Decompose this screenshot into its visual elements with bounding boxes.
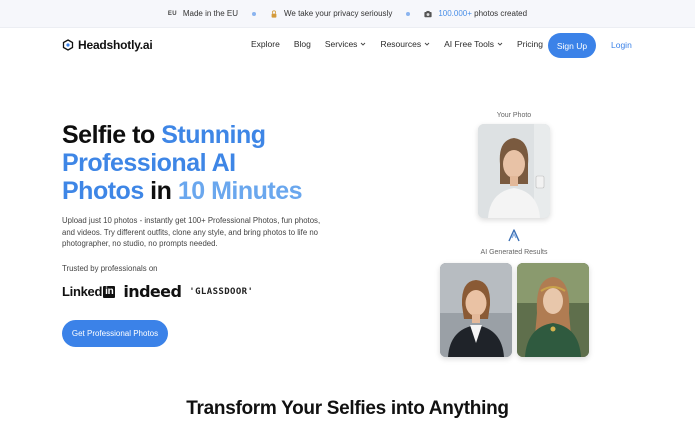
nav-ai-free-tools[interactable]: AI Free Tools: [444, 39, 503, 49]
your-photo-label: Your Photo: [496, 112, 532, 119]
logo-text: Headshotly.ai: [78, 38, 153, 52]
separator-dot: [251, 11, 256, 16]
indeed-logo: indeed: [123, 282, 182, 301]
ai-result-photo-business: [440, 263, 512, 357]
nav-explore[interactable]: Explore: [251, 39, 280, 49]
ai-result-photo-fantasy: [517, 263, 589, 357]
nav-resources[interactable]: Resources: [380, 39, 430, 49]
nav-blog-label: Blog: [293, 39, 311, 49]
lock-icon: [271, 9, 277, 18]
selfie-illustration: [478, 124, 550, 218]
made-in-eu-text: Made in the EU: [182, 9, 238, 18]
hero-title-part: in: [143, 177, 178, 205]
chevron-down-icon: [424, 42, 430, 46]
chevron-down-icon: [361, 42, 366, 46]
nav-menu: Explore Blog Services Resources AI Free …: [251, 39, 557, 49]
nav-services-label: Services: [324, 39, 358, 49]
nav-pricing-label: Pricing: [517, 39, 543, 49]
linkedin-logo-text: Linked: [62, 284, 103, 299]
fantasy-portrait-illustration: [517, 263, 589, 357]
announcement-bar: EU Made in the EU We take your privacy s…: [0, 0, 695, 28]
glassdoor-logo: 'GLASSDOOR': [189, 286, 254, 297]
nav-ai-free-tools-label: AI Free Tools: [444, 39, 494, 49]
nav-resources-label: Resources: [380, 39, 422, 49]
photos-count: 100.000+: [438, 9, 472, 18]
photos-created: 100.000+ photos created: [424, 9, 527, 18]
hero-title: Selfie to Stunning Professional AI Photo…: [62, 121, 322, 205]
made-in-eu: EU Made in the EU: [168, 9, 238, 18]
site-logo[interactable]: Headshotly.ai: [62, 38, 153, 52]
photos-suffix: photos created: [471, 9, 528, 18]
get-professional-photos-button[interactable]: Get Professional Photos: [62, 320, 168, 347]
ai-results-label: AI Generated Results: [480, 249, 548, 256]
hero-title-highlight: Professional AI: [62, 149, 236, 177]
trusted-by-label: Trusted by professionals on: [62, 264, 158, 273]
hero-description: Upload just 10 photos - instantly get 10…: [62, 216, 321, 248]
eu-tag: EU: [167, 10, 177, 17]
hero-title-highlight: Stunning: [161, 121, 266, 149]
selfie-photo: [478, 124, 550, 218]
hero-title-highlight: Photos: [62, 177, 144, 205]
nav-explore-label: Explore: [251, 39, 280, 49]
signup-button[interactable]: Sign Up: [548, 33, 596, 58]
hero-title-part: Selfie to: [62, 121, 162, 149]
transform-arrow-icon: [508, 229, 520, 242]
logo-mark-icon: [62, 39, 74, 51]
nav-pricing[interactable]: Pricing: [517, 39, 543, 49]
chevron-down-icon: [497, 42, 503, 46]
section-title: Transform Your Selfies into Anything: [186, 398, 509, 419]
linkedin-logo-box: in: [103, 285, 116, 298]
business-portrait-illustration: [440, 263, 512, 357]
hero-title-highlight: 10 Minutes: [177, 177, 303, 205]
camera-icon: [424, 10, 432, 17]
partner-logos: Linked in indeed 'GLASSDOOR': [62, 282, 253, 301]
nav-blog[interactable]: Blog: [294, 39, 311, 49]
privacy-text: We take your privacy seriously: [283, 9, 393, 18]
privacy-note: We take your privacy seriously: [270, 9, 392, 18]
linkedin-logo: Linked in: [62, 284, 116, 299]
separator-dot: [406, 11, 411, 16]
login-link[interactable]: Login: [611, 40, 632, 50]
nav-services[interactable]: Services: [325, 39, 367, 49]
